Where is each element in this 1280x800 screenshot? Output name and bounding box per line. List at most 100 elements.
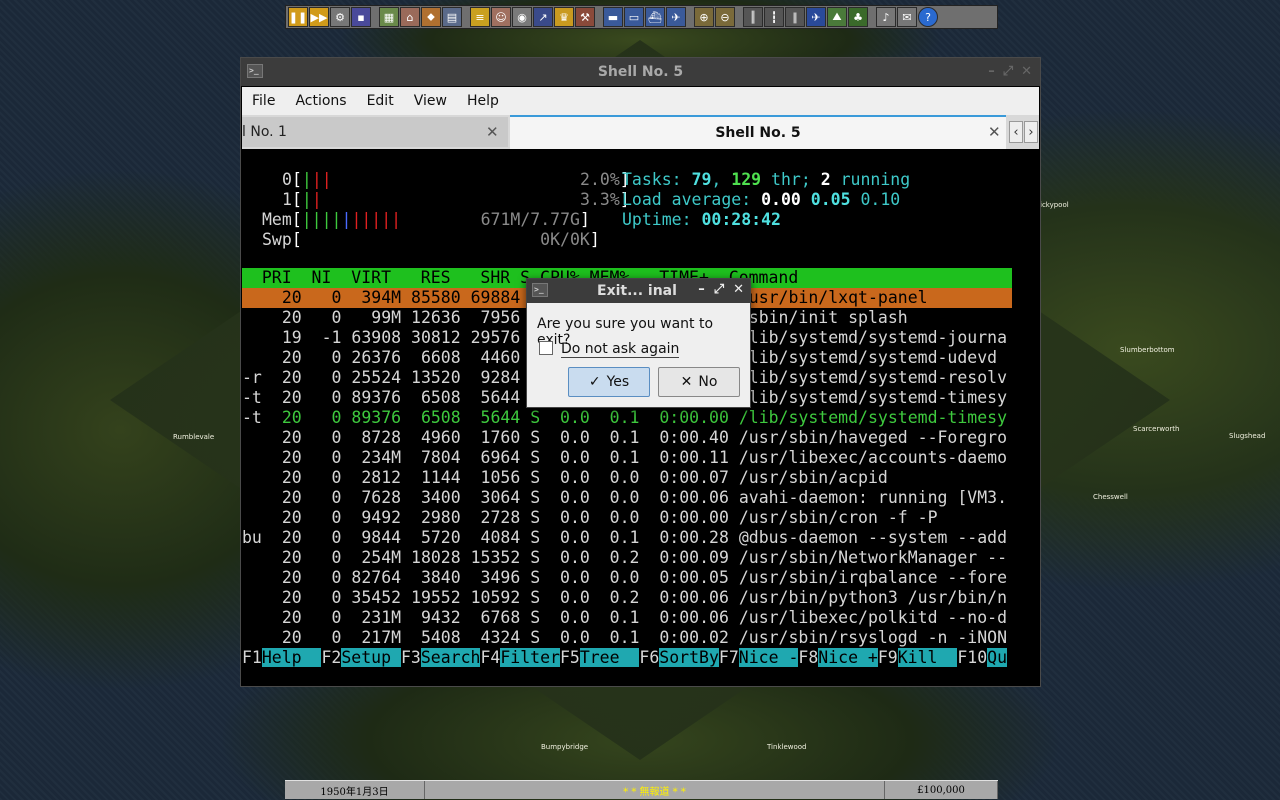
town-label[interactable]: ickypool: [1040, 201, 1069, 209]
road-icon[interactable]: ┇: [764, 7, 784, 27]
fkey-label[interactable]: Kill: [897, 648, 958, 667]
row-text: 20 0 234M 7804 6964 S 0.0 0.1 0:00.11 /u…: [262, 448, 1008, 467]
close-icon[interactable]: ✕: [733, 282, 744, 297]
menu-actions[interactable]: Actions: [285, 93, 356, 109]
dialog-title: Exit... inal: [597, 283, 677, 299]
process-row[interactable]: 20 0 254M 18028 15352 S 0.0 0.2 0:00.09 …: [242, 548, 1007, 568]
row-text: 20 0 7628 3400 3064 S 0.0 0.0 0:00.06 av…: [262, 488, 1008, 507]
tab-shell-1[interactable]: l No. 1 ✕: [242, 117, 508, 147]
maximize-icon[interactable]: ⤢: [714, 282, 724, 297]
process-row[interactable]: 20 0 82764 3840 3496 S 0.0 0.0 0:00.05 /…: [242, 568, 1007, 588]
graph-icon[interactable]: ↗: [533, 7, 553, 27]
menu-view[interactable]: View: [404, 93, 457, 109]
tab-scroll-right-icon[interactable]: ›: [1024, 121, 1038, 143]
airport-icon[interactable]: ✈: [806, 7, 826, 27]
process-row[interactable]: 20 0 234M 7804 6964 S 0.0 0.1 0:00.11 /u…: [242, 448, 1007, 468]
process-row[interactable]: 20 0 217M 5408 4324 S 0.0 0.1 0:00.02 /u…: [242, 628, 1007, 648]
fkey-label[interactable]: Help: [261, 648, 322, 667]
help-icon[interactable]: ?: [918, 7, 938, 27]
landscape-icon[interactable]: ⛰: [827, 7, 847, 27]
road-vehicle-icon[interactable]: ▭: [624, 7, 644, 27]
uptime-label: Uptime:: [622, 210, 702, 229]
process-row[interactable]: 20 0 8728 4960 1760 S 0.0 0.1 0:00.40 /u…: [242, 428, 1007, 448]
gear-icon[interactable]: ⚙: [330, 7, 350, 27]
zoom-in-icon[interactable]: ⊕: [694, 7, 714, 27]
rail-icon[interactable]: ║: [743, 7, 763, 27]
message-icon[interactable]: ✉: [897, 7, 917, 27]
load-15m: 0.10: [860, 190, 901, 209]
ship-icon[interactable]: ⛴: [645, 7, 665, 27]
process-row[interactable]: bu 20 0 9844 5720 4084 S 0.0 0.1 0:00.28…: [242, 528, 1007, 548]
league-icon[interactable]: ♛: [554, 7, 574, 27]
fkey-key: F9: [877, 648, 898, 667]
train-icon[interactable]: ▬: [603, 7, 623, 27]
process-row[interactable]: 20 0 9492 2980 2728 S 0.0 0.0 0:00.00 /u…: [242, 508, 938, 528]
minimize-icon[interactable]: –: [698, 282, 705, 297]
status-date: 1950年1月3日: [285, 781, 425, 799]
waterway-icon[interactable]: ∥: [785, 7, 805, 27]
town-icon[interactable]: ⌂: [400, 7, 420, 27]
music-icon[interactable]: ♪: [876, 7, 896, 27]
tab-scroll-left-icon[interactable]: ‹: [1009, 121, 1023, 143]
subsidy-icon[interactable]: ⬥: [421, 7, 441, 27]
fast-forward-icon[interactable]: ▶▶: [309, 7, 329, 27]
station-icon[interactable]: ▤: [442, 7, 462, 27]
fkey-label[interactable]: Setup: [341, 648, 401, 667]
fkey-label[interactable]: Filter: [500, 648, 560, 667]
exit-dialog: >_ Exit... inal – ⤢ ✕ Are you sure you w…: [526, 278, 751, 408]
town-label[interactable]: Tinklewood: [767, 743, 806, 751]
pause-icon[interactable]: ❚❚: [288, 7, 308, 27]
town-label[interactable]: Bumpybridge: [541, 743, 588, 751]
menu-help[interactable]: Help: [457, 93, 509, 109]
menu-edit[interactable]: Edit: [357, 93, 404, 109]
do-not-ask-label[interactable]: Do not ask again: [561, 341, 680, 358]
row-prefix: -t: [242, 408, 262, 427]
town-label[interactable]: Slugshead: [1229, 432, 1265, 440]
fkey-label[interactable]: Qu: [987, 648, 1008, 667]
town-label[interactable]: Scarcerworth: [1133, 425, 1179, 433]
menu-file[interactable]: File: [242, 93, 285, 109]
process-row[interactable]: 20 0 2812 1144 1056 S 0.0 0.0 0:00.07 /u…: [242, 468, 888, 488]
story-icon[interactable]: ◉: [512, 7, 532, 27]
minimize-icon[interactable]: –: [988, 64, 995, 79]
process-row[interactable]: -t 20 0 89376 6508 5644 S 0.0 0.1 0:00.0…: [242, 408, 1007, 428]
fkey-label[interactable]: Nice -: [738, 648, 799, 667]
industry-icon[interactable]: ⚒: [575, 7, 595, 27]
cpu0-value: 2.0%: [580, 170, 620, 189]
process-row[interactable]: 20 0 231M 9432 6768 S 0.0 0.1 0:00.06 /u…: [242, 608, 1007, 628]
dialog-titlebar[interactable]: >_ Exit... inal – ⤢ ✕: [527, 279, 750, 303]
tab-close-icon[interactable]: ✕: [486, 123, 499, 141]
fkey-label[interactable]: SortBy: [659, 648, 719, 667]
tab-shell-5[interactable]: Shell No. 5 ✕: [510, 115, 1006, 149]
load-label: Load average:: [622, 190, 762, 209]
terminal-output[interactable]: 0[||| 2.0%] 1[|| 3.3%] Mem[|||||||||| 67…: [242, 150, 1039, 678]
tab-close-icon[interactable]: ✕: [988, 123, 1001, 141]
fkey-label[interactable]: Nice +: [818, 648, 878, 667]
row-prefix: bu: [242, 528, 262, 547]
load-5m: 0.05: [810, 190, 851, 209]
finance-icon[interactable]: ≡: [470, 7, 490, 27]
maximize-icon[interactable]: ⤢: [1003, 64, 1013, 79]
town-label[interactable]: Rumblevale: [173, 433, 214, 441]
map-icon[interactable]: ▦: [379, 7, 399, 27]
zoom-out-icon[interactable]: ⊖: [715, 7, 735, 27]
window-titlebar[interactable]: >_ Shell No. 5 – ⤢ ✕: [241, 58, 1040, 86]
town-label[interactable]: Slumberbottom: [1120, 346, 1175, 354]
company-icon[interactable]: ☺: [491, 7, 511, 27]
no-button[interactable]: ✕ No: [658, 367, 740, 397]
save-icon[interactable]: ▪: [351, 7, 371, 27]
close-icon[interactable]: ✕: [1021, 64, 1032, 79]
fkey-label[interactable]: Search: [420, 648, 481, 667]
town-label[interactable]: Chesswell: [1093, 493, 1128, 501]
aircraft-icon[interactable]: ✈: [666, 7, 686, 27]
row-text: 20 0 2812 1144 1056 S 0.0 0.0 0:00.07 /u…: [262, 468, 888, 487]
status-news[interactable]: * * 無報道 * *: [425, 781, 885, 799]
fkey-label[interactable]: Tree: [579, 648, 640, 667]
swp-value: 0K/0K: [540, 230, 590, 249]
tree-icon[interactable]: ♣: [848, 7, 868, 27]
process-row[interactable]: 20 0 7628 3400 3064 S 0.0 0.0 0:00.06 av…: [242, 488, 1007, 508]
process-row[interactable]: 20 0 35452 19552 10592 S 0.0 0.2 0:00.06…: [242, 588, 1007, 608]
row-text: 20 0 231M 9432 6768 S 0.0 0.1 0:00.06 /u…: [262, 608, 1008, 627]
do-not-ask-checkbox[interactable]: [539, 341, 553, 355]
yes-button[interactable]: ✓ Yes: [568, 367, 650, 397]
